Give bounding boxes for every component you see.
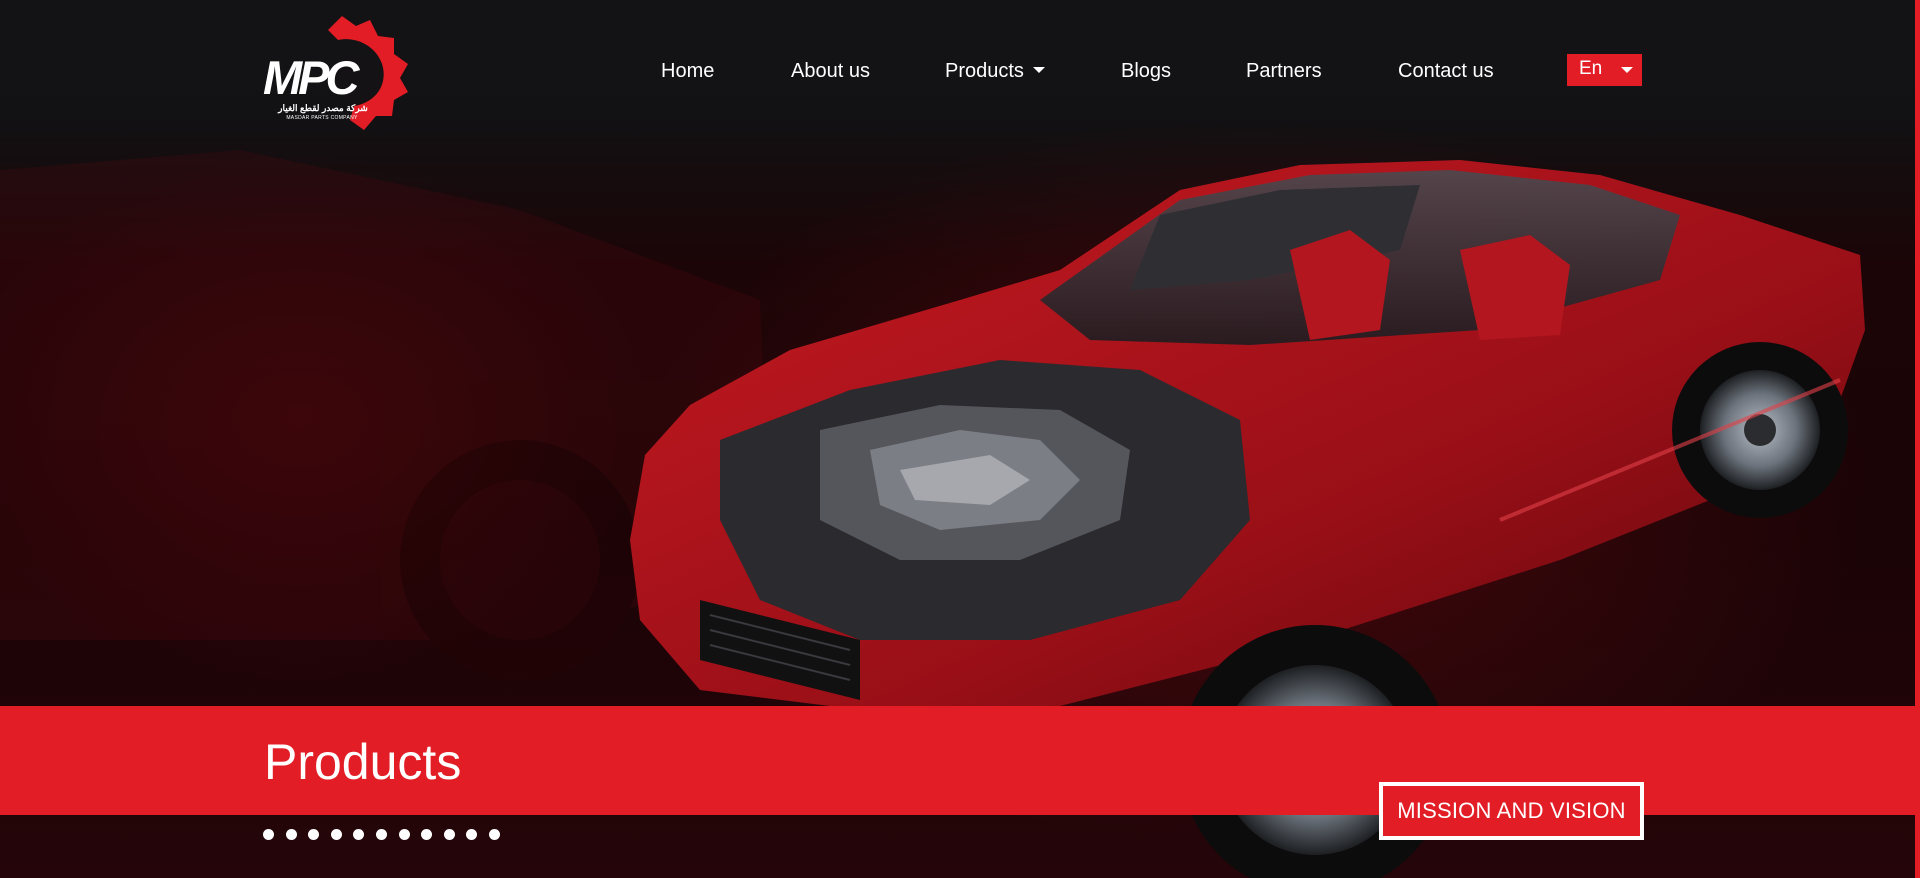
nav-item-products[interactable]: Products bbox=[945, 57, 1045, 85]
carousel-dot[interactable] bbox=[398, 829, 410, 840]
mission-and-vision-button[interactable]: MISSION AND VISION bbox=[1379, 782, 1644, 840]
carousel-dot[interactable] bbox=[285, 829, 297, 840]
chevron-down-icon bbox=[1621, 67, 1633, 73]
carousel-dot[interactable] bbox=[443, 829, 455, 840]
nav-item-about-us[interactable]: About us bbox=[791, 57, 870, 85]
carousel-dot[interactable] bbox=[376, 829, 387, 840]
nav-item-products-label: Products bbox=[945, 60, 1024, 82]
nav-item-partners[interactable]: Partners bbox=[1246, 57, 1322, 85]
language-selector[interactable]: En bbox=[1567, 54, 1642, 86]
nav-item-contact-us[interactable]: Contact us bbox=[1398, 57, 1494, 85]
page-title: Products bbox=[264, 734, 462, 790]
nav-item-home[interactable]: Home bbox=[661, 57, 714, 85]
carousel-dot[interactable] bbox=[263, 829, 274, 840]
carousel-dot[interactable] bbox=[330, 829, 342, 840]
carousel-dot[interactable] bbox=[489, 829, 500, 840]
language-label: En bbox=[1579, 58, 1603, 79]
scrollbar[interactable] bbox=[1915, 0, 1920, 878]
nav-item-blogs[interactable]: Blogs bbox=[1121, 57, 1171, 85]
caret-down-icon bbox=[1032, 66, 1045, 73]
main-navigation: Home About us Products Blogs Partners Co… bbox=[0, 0, 1920, 140]
